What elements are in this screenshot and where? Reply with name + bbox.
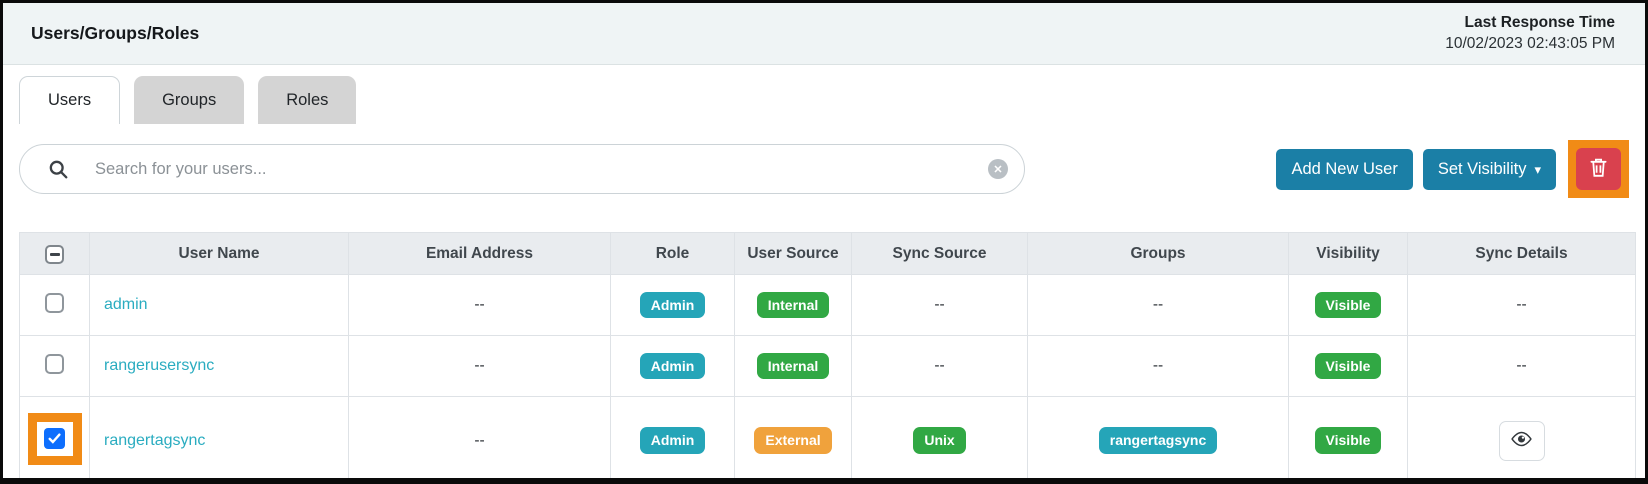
last-response-block: Last Response Time 10/02/2023 02:43:05 P…: [1445, 13, 1615, 55]
indeterminate-mark: [50, 253, 60, 256]
chevron-down-icon: ▾: [1534, 162, 1541, 178]
trash-icon: [1590, 158, 1607, 180]
user-source-badge: Internal: [757, 353, 830, 379]
user-link-rangerusersync[interactable]: rangerusersync: [104, 357, 214, 374]
action-buttons: Add New User Set Visibility ▾: [1276, 149, 1556, 190]
col-sync-source: Sync Source: [852, 233, 1028, 275]
delete-button-highlight: [1568, 140, 1629, 198]
checked-checkbox-highlight: [28, 413, 82, 465]
tab-users[interactable]: Users: [19, 76, 120, 124]
col-email-address: Email Address: [349, 233, 611, 275]
toolbar: ✕ Add New User Set Visibility ▾: [19, 144, 1629, 194]
user-source-badge: External: [754, 427, 831, 453]
groups-cell: --: [1028, 275, 1289, 336]
search-input[interactable]: [95, 160, 988, 179]
role-badge: Admin: [640, 292, 706, 318]
col-role: Role: [611, 233, 735, 275]
group-badge: rangertagsync: [1099, 427, 1217, 453]
table-row-rangertagsync: rangertagsync -- Admin External Unix ran…: [20, 397, 1636, 484]
users-table: User Name Email Address Role User Source…: [19, 232, 1636, 484]
row-checkbox[interactable]: [45, 354, 64, 374]
user-link-admin[interactable]: admin: [104, 296, 148, 313]
sync-source-badge: Unix: [913, 427, 965, 453]
sync-source-cell: --: [852, 336, 1028, 397]
row-checkbox-checked[interactable]: [44, 428, 65, 449]
tab-groups-label: Groups: [162, 91, 216, 110]
delete-users-button[interactable]: [1576, 148, 1621, 190]
role-badge: Admin: [640, 427, 706, 453]
sync-details-button[interactable]: [1499, 421, 1545, 461]
tab-roles[interactable]: Roles: [258, 76, 356, 124]
table-row-rangerusersync: rangerusersync -- Admin Internal -- -- V…: [20, 336, 1636, 397]
email-cell: --: [349, 275, 611, 336]
col-user-source: User Source: [735, 233, 852, 275]
set-visibility-button[interactable]: Set Visibility ▾: [1423, 149, 1556, 190]
visibility-badge: Visible: [1315, 427, 1382, 453]
add-new-user-label: Add New User: [1291, 160, 1397, 179]
col-visibility: Visibility: [1289, 233, 1408, 275]
sync-source-cell: --: [852, 275, 1028, 336]
col-user-name: User Name: [90, 233, 349, 275]
eye-icon: [1510, 431, 1533, 450]
table-header-row: User Name Email Address Role User Source…: [20, 233, 1636, 275]
page-header: Users/Groups/Roles Last Response Time 10…: [3, 3, 1645, 65]
select-all-checkbox[interactable]: [45, 245, 64, 264]
last-response-label: Last Response Time: [1445, 13, 1615, 34]
col-groups: Groups: [1028, 233, 1289, 275]
tab-roles-label: Roles: [286, 91, 328, 110]
visibility-badge: Visible: [1315, 353, 1382, 379]
search-icon: [48, 159, 69, 180]
user-source-badge: Internal: [757, 292, 830, 318]
row-checkbox[interactable]: [45, 293, 64, 313]
clear-search-icon[interactable]: ✕: [988, 159, 1008, 179]
role-badge: Admin: [640, 353, 706, 379]
tab-bar: Users Groups Roles: [19, 76, 1645, 124]
table-row-admin: admin -- Admin Internal -- -- Visible --: [20, 275, 1636, 336]
users-groups-roles-page: Users/Groups/Roles Last Response Time 10…: [0, 0, 1648, 484]
sync-details-cell: --: [1408, 336, 1636, 397]
select-all-header: [20, 233, 90, 275]
set-visibility-label: Set Visibility: [1438, 160, 1527, 179]
email-cell: --: [349, 336, 611, 397]
page-title: Users/Groups/Roles: [31, 23, 199, 44]
sync-details-cell: --: [1408, 275, 1636, 336]
last-response-time: 10/02/2023 02:43:05 PM: [1445, 34, 1615, 55]
search-box[interactable]: ✕: [19, 144, 1025, 194]
groups-cell: --: [1028, 336, 1289, 397]
user-link-rangertagsync[interactable]: rangertagsync: [104, 432, 205, 449]
email-cell: --: [349, 397, 611, 484]
tab-groups[interactable]: Groups: [134, 76, 244, 124]
col-sync-details: Sync Details: [1408, 233, 1636, 275]
add-new-user-button[interactable]: Add New User: [1276, 149, 1412, 190]
visibility-badge: Visible: [1315, 292, 1382, 318]
tab-users-label: Users: [48, 91, 91, 110]
